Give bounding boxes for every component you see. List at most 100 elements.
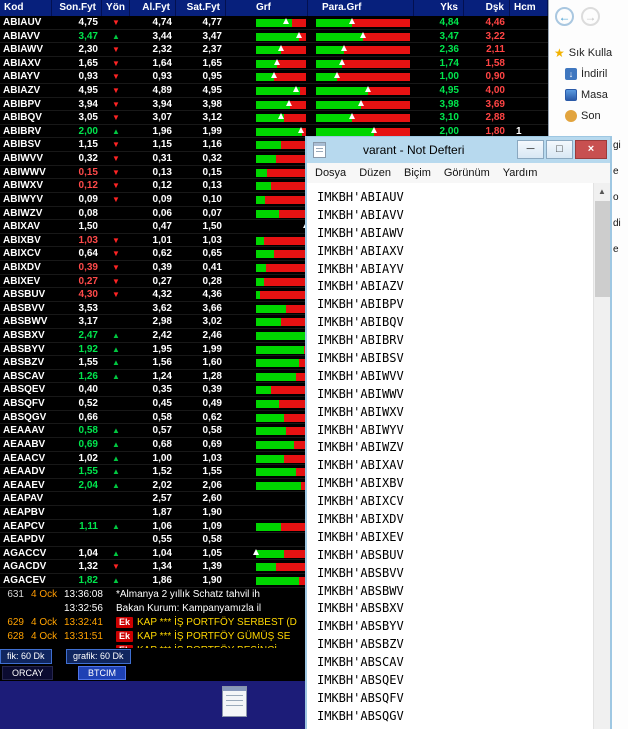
menu-gorunum[interactable]: Görünüm [444, 167, 490, 179]
window-controls: ─ □ × [517, 140, 607, 159]
bid-price: 0,47 [152, 221, 172, 233]
range-bar-red [266, 263, 306, 272]
table-row[interactable]: ABIAUV 4,75 ▼ 4,74 4,77 4,84 4,46 [0, 16, 548, 30]
stock-code: AGACDV [3, 561, 47, 573]
ask-price: 0,13 [202, 180, 222, 192]
menu-yardim[interactable]: Yardım [503, 167, 538, 179]
up-arrow-icon: ▲ [112, 453, 120, 463]
column-header-hcm[interactable]: Hcm [510, 0, 548, 16]
menu-bicim[interactable]: Biçim [404, 167, 431, 179]
close-button[interactable]: × [575, 140, 607, 159]
column-header-yon[interactable]: Yön [102, 0, 130, 16]
window-button-orcay[interactable]: ORCAY [2, 666, 54, 680]
scroll-up-icon[interactable]: ▲ [594, 183, 610, 200]
sidebar-item-downloads[interactable]: ↓ İndiril [549, 63, 628, 84]
stock-code: ABIAZV [3, 85, 41, 97]
column-header-paragrf[interactable]: Para.Grf [308, 0, 414, 16]
chart-tab-60dk-left[interactable]: fik: 60 Dk [0, 649, 52, 664]
bid-price: 2,32 [152, 44, 172, 56]
sidebar-item-favorites[interactable]: ★ Sık Kulla [549, 42, 628, 63]
money-flow-chart-cell [308, 111, 414, 124]
range-bar-red [367, 87, 410, 96]
column-header-dsk[interactable]: Dşk [464, 0, 510, 16]
vertical-scrollbar[interactable]: ▲ [593, 183, 610, 729]
notepad-line: IMKBH'ABIWWV [317, 386, 404, 401]
bid-price: 0,68 [152, 438, 172, 450]
ask-price: 4,36 [202, 289, 222, 301]
high-price: 4,95 [439, 85, 459, 97]
last-price: 0,40 [78, 384, 98, 396]
table-row[interactable]: ABIAWV 2,30 ▼ 2,32 2,37 2,36 2,11 [0, 43, 548, 57]
chart-tab-60dk-right[interactable]: grafik: 60 Dk [66, 649, 131, 664]
range-bar-red [271, 182, 306, 191]
price-range-chart-cell [226, 438, 308, 451]
ask-price: 4,77 [202, 17, 222, 28]
minimize-button[interactable]: ─ [517, 140, 544, 159]
range-bar-red [374, 127, 410, 136]
clipped-text-fragment: e [613, 244, 619, 255]
price-range-chart-cell [226, 315, 308, 328]
notepad-titlebar[interactable]: varant - Not Defteri ─ □ × [307, 137, 610, 163]
range-bar-green [256, 168, 267, 177]
column-header-yks[interactable]: Yks [414, 0, 464, 16]
ask-price: 1,09 [202, 520, 222, 532]
range-bar-green [256, 141, 281, 150]
column-header-satfyt[interactable]: Sat.Fyt [176, 0, 226, 16]
forward-icon[interactable]: → [581, 7, 600, 26]
notepad-text-area[interactable]: IMKBH'ABIAUV IMKBH'ABIAVV IMKBH'ABIAWV IMKB… [307, 183, 593, 729]
notepad-line: IMKBH'ABSBVV [317, 565, 404, 580]
bid-price: 1,86 [152, 574, 172, 586]
up-arrow-icon: ▲ [112, 126, 120, 136]
maximize-button[interactable]: □ [546, 140, 573, 159]
notepad-shortcut-icon[interactable] [222, 686, 247, 717]
notepad-menubar: Dosya Düzen Biçim Görünüm Yardım [307, 163, 610, 183]
menu-dosya[interactable]: Dosya [315, 167, 346, 179]
price-range-chart-cell [226, 179, 308, 192]
table-row[interactable]: ABIBQV 3,05 ▼ 3,07 3,12 3,10 2,88 [0, 111, 548, 125]
range-bar-red [286, 427, 306, 436]
low-price: 3,22 [485, 30, 505, 42]
range-bar-green [256, 576, 299, 585]
sidebar-item-desktop[interactable]: Masa [549, 84, 628, 105]
notepad-line: IMKBH'ABIAZV [317, 279, 404, 294]
range-bar [256, 59, 306, 68]
column-header-grf[interactable]: Grf [226, 0, 308, 16]
bar-marker-icon [341, 45, 348, 52]
table-row[interactable]: ABIBPV 3,94 ▼ 3,94 3,98 3,98 3,69 [0, 98, 548, 112]
stock-code: ABIBSV [3, 139, 41, 151]
clipped-text-fragment: o [613, 192, 619, 203]
range-bar-green [316, 100, 362, 109]
column-header-alfyt[interactable]: Al.Fyt [130, 0, 176, 16]
stock-code: ABSQFV [3, 398, 45, 410]
table-row[interactable]: ABIAVV 3,47 ▲ 3,44 3,47 3,47 3,22 [0, 30, 548, 44]
direction-cell [102, 492, 130, 505]
window-title: varant - Not Defteri [363, 143, 465, 157]
column-header-kod[interactable]: Kod [0, 0, 52, 16]
range-bar [256, 250, 306, 259]
table-row[interactable]: ABIAYV 0,93 ▼ 0,93 0,95 1,00 0,90 [0, 70, 548, 85]
price-range-chart-cell [226, 84, 308, 97]
range-bar-green [256, 481, 301, 490]
sidebar-item-recent[interactable]: Son [549, 105, 628, 126]
ask-price: 1,60 [202, 357, 222, 369]
last-price [52, 492, 102, 505]
range-bar [256, 440, 306, 449]
table-row[interactable]: ABIAXV 1,65 ▼ 1,64 1,65 1,74 1,58 [0, 57, 548, 71]
menu-duzen[interactable]: Düzen [359, 167, 391, 179]
stock-code: ABIBPV [3, 98, 41, 110]
scrollbar-thumb[interactable] [595, 201, 610, 297]
notepad-app-icon-line [316, 151, 323, 152]
table-row[interactable]: ABIAZV 4,95 ▼ 4,89 4,95 4,95 4,00 [0, 84, 548, 98]
bid-price: 1,56 [152, 357, 172, 369]
up-arrow-icon: ▲ [112, 344, 120, 354]
window-button-btcim[interactable]: BTCIM [78, 666, 126, 680]
range-bar [256, 209, 306, 218]
price-range-chart-cell [226, 560, 308, 573]
last-price [52, 533, 102, 546]
back-icon[interactable]: ← [555, 7, 574, 26]
up-arrow-icon: ▲ [112, 31, 120, 41]
column-header-sonfyt[interactable]: Son.Fyt [52, 0, 102, 16]
notepad-app-icon [313, 142, 326, 158]
range-bar-green [316, 32, 363, 41]
direction-cell [102, 315, 130, 328]
